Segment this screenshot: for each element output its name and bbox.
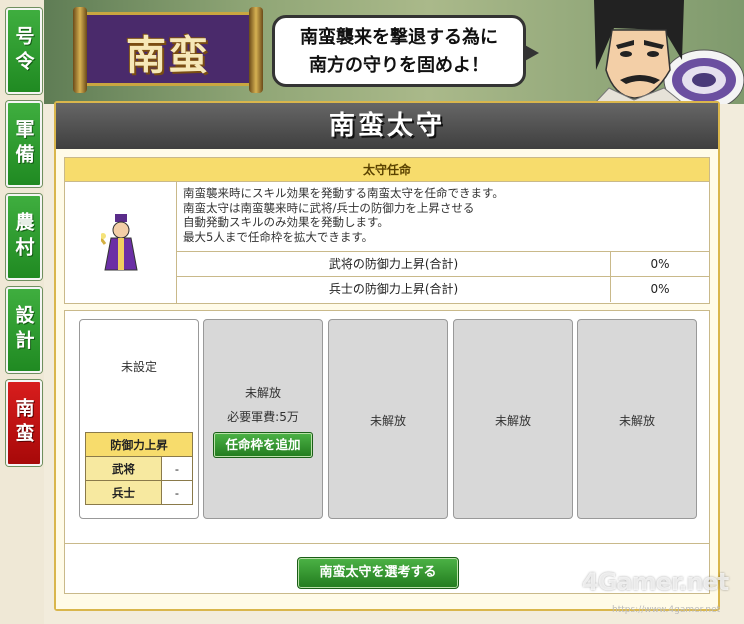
speech-line-2: 南方の守りを固めよ！ <box>309 55 489 76</box>
panel-body: 太守任命 南蛮襲来時にスキル効果を発動する南蛮太守を任命できます。 南蛮太守は南… <box>56 149 718 609</box>
speech-line-1: 南蛮襲来を撃退する為に <box>300 27 498 48</box>
side-tab-bar: 号令 軍備 農村 設計 南蛮 <box>0 0 44 624</box>
governor-slot-4: 未解放 <box>453 319 573 519</box>
stat-label: 武将の防御力上昇(合計) <box>177 252 611 276</box>
appointment-info: 太守任命 南蛮襲来時にスキル効果を発動する南蛮太守を任命できます。 南蛮太守は南… <box>64 157 710 304</box>
slot-status: 未解放 <box>369 414 406 428</box>
title-scroll: 南蛮 <box>73 7 263 93</box>
watermark-logo: 4Gamer.net <box>582 568 729 596</box>
speech-bubble: 南蛮襲来を撃退する為に 南方の守りを固めよ！ <box>272 15 539 87</box>
governor-character-icon <box>100 213 138 270</box>
governor-avatar <box>65 182 177 303</box>
defense-value-soldier: - <box>161 480 193 505</box>
stat-row-general-defense: 武将の防御力上昇(合計) 0% <box>177 252 709 277</box>
stat-label: 兵士の防御力上昇(合計) <box>177 277 611 302</box>
governor-slot-1[interactable]: 未設定 防御力上昇 武将 - 兵士 - <box>79 319 199 519</box>
desc-line: 自動発動スキルのみ効果を発動します。 <box>183 215 389 229</box>
defense-bonus-header: 防御力上昇 <box>85 432 193 457</box>
feather-fan-icon <box>663 49 744 104</box>
add-slot-button[interactable]: 任命枠を追加 <box>213 432 313 458</box>
defense-key-soldier: 兵士 <box>85 480 162 505</box>
scroll-title: 南蛮 <box>126 33 210 79</box>
header-banner: 南蛮 南蛮襲来を撃退する為に 南方の守りを固めよ！ <box>44 0 744 104</box>
defense-bonus-table: 防御力上昇 武将 - 兵士 - <box>85 432 193 505</box>
governor-slot-3: 未解放 <box>328 319 448 519</box>
general-portrait <box>593 0 744 104</box>
stat-value: 0% <box>650 257 670 271</box>
slot-status: 未解放 <box>618 414 655 428</box>
desc-line: 南蛮太守は南蛮襲来時に武将/兵士の防御力を上昇させる <box>183 200 475 215</box>
defense-key-general: 武将 <box>85 456 162 481</box>
side-tab-sekkei[interactable]: 設計 <box>6 287 42 373</box>
governor-slot-5: 未解放 <box>577 319 697 519</box>
governor-slot-2: 未解放 必要軍費:5万 任命枠を追加 <box>203 319 323 519</box>
side-tab-noson[interactable]: 農村 <box>6 194 42 280</box>
side-tab-nanban[interactable]: 南蛮 <box>6 380 42 466</box>
slot-status: 未解放 <box>244 386 281 400</box>
slot-cost: 必要軍費:5万 <box>227 410 299 424</box>
side-tab-gourei[interactable]: 号令 <box>6 8 42 94</box>
stat-row-soldier-defense: 兵士の防御力上昇(合計) 0% <box>177 277 709 302</box>
slot-status: 未設定 <box>120 360 157 374</box>
side-tab-gunbi[interactable]: 軍備 <box>6 101 42 187</box>
desc-line: 南蛮襲来時にスキル効果を発動する南蛮太守を任命できます。 <box>183 186 504 200</box>
governor-slots: 未設定 防御力上昇 武将 - 兵士 - 未解放 必要軍費:5万 任命枠を追加 未… <box>64 310 710 594</box>
nanban-panel: 南蛮太守 太守任命 南蛮襲来時にスキル効果を発動する南蛮太守を任命できます。 南… <box>54 101 720 611</box>
stat-value: 0% <box>650 282 670 296</box>
watermark-url: https://www.4gamer.net <box>612 605 721 615</box>
info-header: 太守任命 <box>65 158 709 182</box>
slot-status: 未解放 <box>494 414 531 428</box>
desc-line: 最大5人まで任命枠を拡大できます。 <box>183 229 374 244</box>
defense-value-general: - <box>161 456 193 481</box>
divider <box>65 543 709 544</box>
info-description: 南蛮襲来時にスキル効果を発動する南蛮太守を任命できます。 南蛮太守は南蛮襲来時に… <box>177 182 709 252</box>
select-governor-button[interactable]: 南蛮太守を選考する <box>297 557 459 589</box>
panel-title: 南蛮太守 <box>56 103 718 149</box>
